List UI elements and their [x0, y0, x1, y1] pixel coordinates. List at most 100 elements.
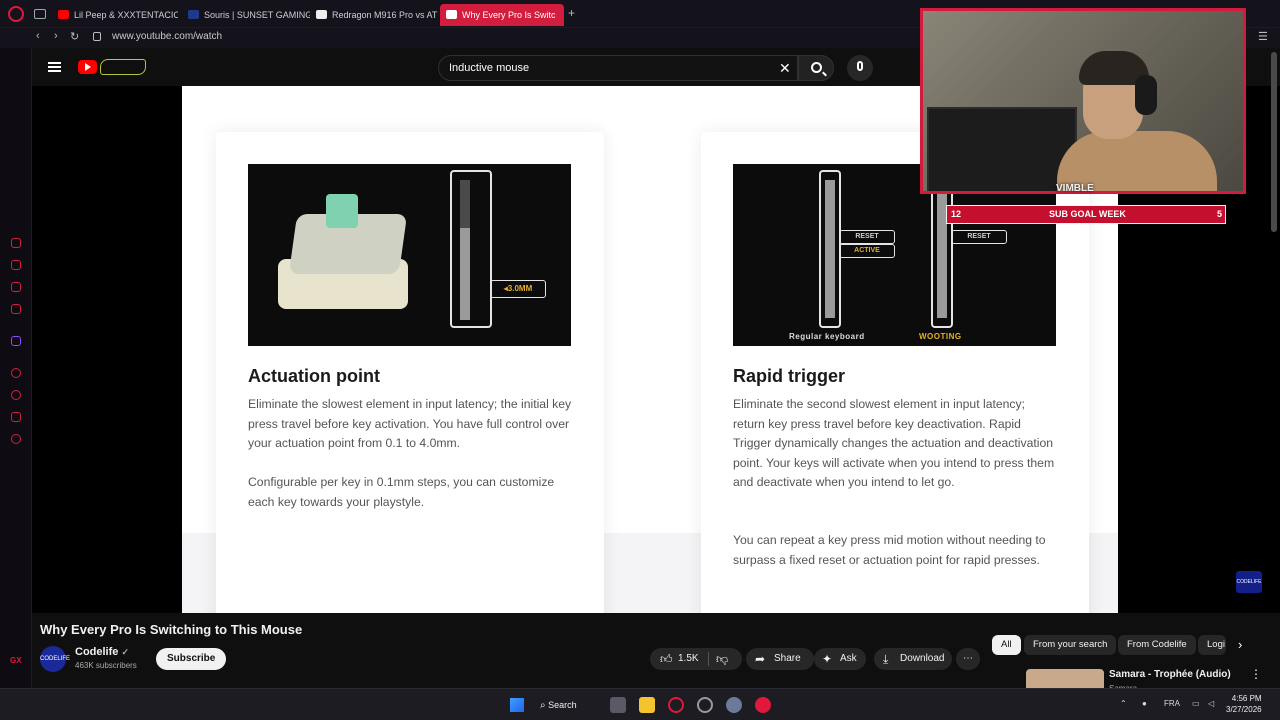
chevron-up-icon[interactable]: ⌃ [1120, 699, 1127, 708]
volume-icon[interactable]: ◁ [1208, 699, 1214, 708]
chip-from-channel[interactable]: From Codelife [1118, 635, 1196, 655]
streamer-name: VIMBLE [1056, 183, 1094, 194]
chip-all[interactable]: All [992, 635, 1021, 655]
player-icon[interactable] [11, 368, 21, 378]
like-icon[interactable]: 👍︎ [660, 648, 673, 666]
tab-lil-peep[interactable]: Lil Peep & XXXTENTACION [52, 4, 178, 26]
video-info: Why Every Pro Is Switching to This Mouse… [32, 613, 1280, 693]
travel-pressed [460, 180, 470, 228]
video-title: Why Every Pro Is Switching to This Mouse [40, 622, 303, 637]
page-scrollbar[interactable] [1271, 52, 1277, 232]
clock-icon[interactable] [11, 390, 21, 400]
chevron-right-icon[interactable]: › [1238, 637, 1242, 652]
opera-gx-taskbar-icon[interactable] [668, 697, 684, 713]
webcam-overlay [920, 8, 1246, 194]
app-taskbar-icon[interactable] [697, 697, 713, 713]
clock[interactable]: 4:56 PM 3/27/2026 [1226, 693, 1262, 715]
card-title: Actuation point [248, 366, 380, 386]
tab-list-icon[interactable] [34, 9, 46, 19]
card-paragraph: You can repeat a key press mid motion wi… [733, 533, 1046, 567]
guide-menu-icon[interactable] [48, 62, 61, 72]
verified-icon: ✓ [121, 647, 130, 657]
settings-taskbar-icon[interactable] [726, 697, 742, 713]
recommendation-menu-icon[interactable]: ⋮ [1250, 667, 1262, 681]
more-actions-button[interactable]: ⋯ [956, 648, 980, 670]
like-dislike-group: 👍︎ 1.5K 👎︎ [650, 648, 742, 670]
reset-tag-2: RESET [951, 230, 1007, 244]
sub-goal-current: 12 [951, 209, 962, 219]
windows-start-icon[interactable] [510, 698, 524, 712]
network-icon[interactable]: ▭ [1192, 699, 1200, 708]
language-indicator[interactable]: FRA [1164, 699, 1180, 708]
tab-redragon[interactable]: Redragon M916 Pro vs AT [310, 4, 438, 26]
twitch-icon[interactable] [11, 336, 21, 346]
share-button[interactable]: ➦ Share [746, 648, 814, 670]
chip-from-search[interactable]: From your search [1024, 635, 1117, 655]
speaker-favicon-icon [446, 10, 457, 19]
ask-button[interactable]: ✦ Ask [814, 648, 866, 670]
reload-icon[interactable]: ↻ [70, 30, 79, 43]
file-explorer-icon[interactable] [639, 697, 655, 713]
monitor-shape [927, 107, 1077, 191]
tab-souris[interactable]: Souris | SUNSET GAMING [182, 4, 310, 26]
sparkle-icon: ✦ [822, 652, 833, 666]
history-icon[interactable] [11, 238, 21, 248]
youtube-doodle-icon[interactable] [100, 59, 146, 75]
switch-stem [326, 194, 358, 228]
active-tag: ACTIVE [839, 244, 895, 258]
channel-name[interactable]: Codelife ✓ [75, 646, 129, 658]
opera-gx-logo-icon[interactable] [8, 6, 24, 22]
menu-icon[interactable]: ☰ [1258, 30, 1268, 43]
new-tab-icon[interactable]: + [568, 6, 575, 20]
forward-icon[interactable]: › [54, 30, 58, 42]
more-icon: ⋯ [963, 653, 973, 664]
card-paragraph: Eliminate the slowest element in input l… [248, 397, 572, 450]
channel-avatar[interactable]: CODELIFE [40, 646, 70, 672]
chip-logi[interactable]: Logi [1198, 635, 1226, 655]
gx-badge: GX [10, 656, 22, 665]
card-title: Rapid trigger [733, 366, 846, 386]
like-count[interactable]: 1.5K [678, 648, 699, 670]
site-favicon-icon [188, 10, 199, 19]
wooting-caption: WOOTING [919, 332, 962, 341]
recommendation-title[interactable]: Samara - Trophée (Audio) [1109, 669, 1231, 680]
dislike-icon[interactable]: 👎︎ [716, 648, 728, 666]
mic-tray-icon[interactable]: ● [1142, 699, 1147, 708]
settings-icon[interactable] [11, 434, 21, 444]
messenger-icon[interactable] [11, 282, 21, 292]
reset-tag: RESET [839, 230, 895, 244]
headset-icon [1135, 75, 1157, 115]
back-icon[interactable]: ‹ [36, 30, 40, 42]
search-icon [811, 62, 822, 73]
tab-active-video[interactable]: Why Every Pro Is Switc [440, 4, 564, 26]
search-button[interactable] [798, 55, 834, 81]
search-value: Inductive mouse [449, 62, 530, 74]
clear-search-icon[interactable]: ✕ [779, 60, 791, 77]
feature-card-actuation: ◂3.0MM Actuation point Eliminate the slo… [216, 132, 604, 613]
windows-taskbar: ⌕ Search ⌃ ● FRA ▭ ◁ 4:56 PM 3/27/2026 [0, 688, 1280, 720]
pocket-icon[interactable] [11, 304, 21, 314]
media-taskbar-icon[interactable] [755, 697, 771, 713]
sub-goal-target: 5 [1217, 209, 1223, 219]
task-view-icon[interactable] [610, 697, 626, 713]
share-icon: ➦ [755, 652, 766, 666]
card-paragraph: Configurable per key in 0.1mm steps, you… [248, 475, 555, 509]
url-field[interactable]: www.youtube.com/watch [112, 31, 222, 42]
microphone-icon [857, 61, 863, 71]
download-icon: ⤓ [883, 652, 889, 666]
channel-watermark[interactable]: CODELIFE [1236, 571, 1262, 593]
download-button[interactable]: ⤓ Download [874, 648, 952, 670]
subscriber-count: 463K subscribers [75, 661, 137, 670]
subscribe-button[interactable]: Subscribe [156, 648, 227, 670]
taskbar-search[interactable]: ⌕ Search [540, 695, 598, 715]
extensions-icon[interactable] [11, 412, 21, 422]
bot-icon[interactable] [11, 260, 21, 270]
actuation-image: ◂3.0MM [248, 164, 571, 346]
recommendation-thumbnail[interactable] [1026, 669, 1104, 689]
youtube-logo-icon[interactable] [78, 60, 97, 74]
search-input[interactable]: Inductive mouse ✕ [438, 55, 798, 81]
travel-bar [450, 170, 492, 328]
regular-caption: Regular keyboard [789, 332, 865, 341]
voice-search-button[interactable] [847, 55, 873, 81]
gx-sidebar: GX [0, 48, 32, 688]
